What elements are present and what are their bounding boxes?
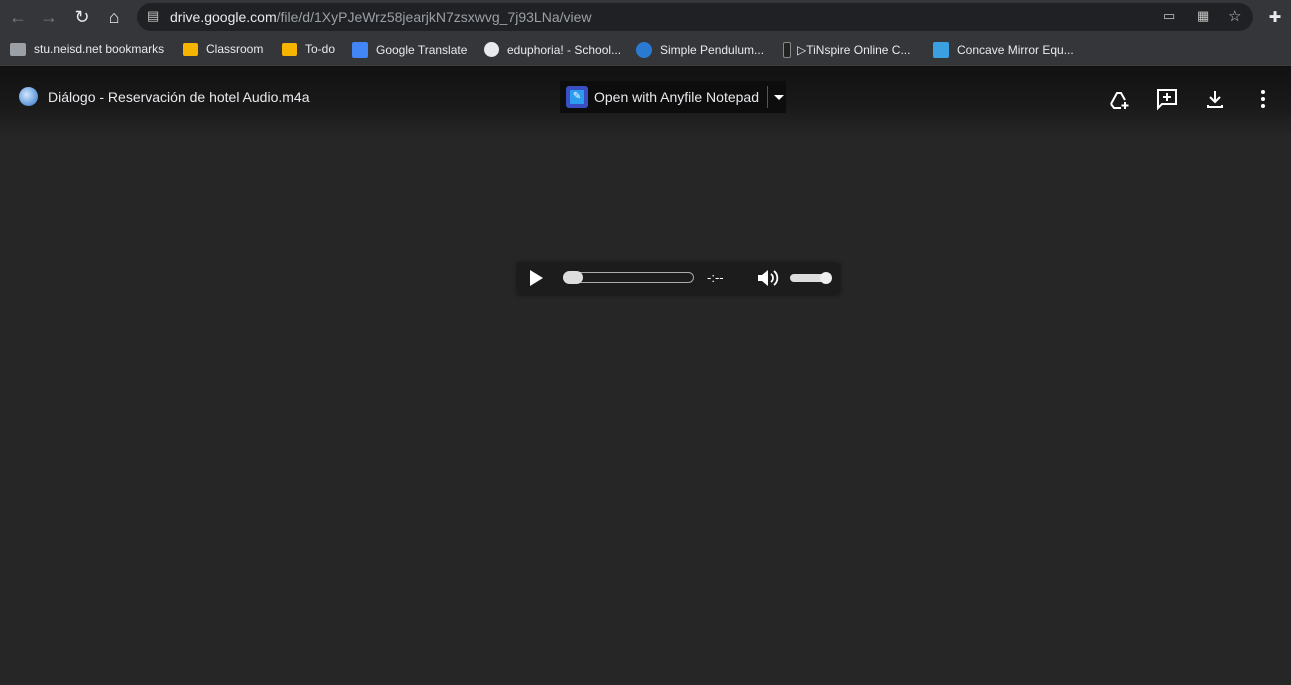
classroom-icon — [282, 42, 297, 56]
open-with-label: Open with Anyfile Notepad — [594, 89, 759, 105]
open-with-button[interactable]: ✎ Open with Anyfile Notepad — [560, 81, 786, 113]
bookmark-label: stu.neisd.net bookmarks — [34, 42, 165, 56]
bookmark-item[interactable]: Simple Pendulum... — [636, 42, 764, 58]
volume-handle[interactable] — [820, 272, 832, 284]
audio-file-icon — [19, 87, 38, 106]
bookmarks-bar: stu.neisd.net bookmarks Classroom To-do … — [0, 34, 1291, 66]
qr-code-icon[interactable]: ▦ — [1197, 8, 1209, 24]
mute-button[interactable] — [757, 269, 781, 292]
globe-icon — [484, 42, 499, 57]
phet-icon — [636, 42, 652, 58]
back-button[interactable]: ← — [7, 6, 29, 28]
download-button[interactable] — [1202, 86, 1228, 112]
browser-toolbar: ← → ↻ ⌂ ▤ drive.google.com/file/d/1XyPJe… — [0, 0, 1291, 34]
url-domain: drive.google.com — [170, 9, 277, 25]
site-info-icon[interactable]: ▤ — [147, 8, 159, 24]
bookmark-item[interactable]: ▷TiNspire Online C... — [783, 42, 910, 58]
chevron-down-icon[interactable] — [774, 94, 784, 100]
audio-player: -:-- — [517, 262, 840, 294]
play-button[interactable] — [530, 270, 543, 286]
bookmark-item[interactable]: Concave Mirror Equ... — [933, 42, 1074, 58]
calculator-icon — [783, 42, 791, 58]
bookmark-item[interactable]: eduphoria! - School... — [484, 42, 621, 57]
translate-icon — [352, 42, 368, 58]
address-bar[interactable]: ▤ drive.google.com/file/d/1XyPJeWrz58jea… — [137, 3, 1253, 31]
bookmark-label: eduphoria! - School... — [507, 42, 622, 57]
time-display: -:-- — [707, 270, 724, 285]
download-icon — [1207, 91, 1223, 108]
add-shortcut-to-drive-button[interactable] — [1106, 86, 1132, 112]
anyfile-notepad-icon: ✎ — [566, 86, 588, 108]
bookmark-label: Google Translate — [376, 43, 468, 57]
bookmark-item[interactable]: stu.neisd.net bookmarks — [10, 42, 164, 56]
folder-icon — [10, 42, 26, 56]
bookmark-label: To-do — [305, 42, 336, 56]
divider — [767, 86, 768, 108]
forward-button[interactable]: → — [38, 6, 60, 28]
drive-add-icon — [1110, 92, 1129, 109]
mirror-icon — [933, 42, 949, 58]
bookmark-label: Simple Pendulum... — [660, 43, 765, 57]
volume-icon — [758, 270, 779, 286]
bookmark-item[interactable]: Classroom — [183, 42, 263, 56]
cast-icon[interactable]: ▭ — [1163, 8, 1175, 24]
more-vert-icon — [1261, 90, 1265, 108]
more-options-button[interactable] — [1250, 86, 1276, 112]
home-button[interactable]: ⌂ — [103, 6, 125, 28]
add-comment-button[interactable] — [1154, 86, 1180, 112]
bookmark-star-icon[interactable]: ☆ — [1228, 7, 1241, 25]
url-path: /file/d/1XyPJeWrz58jearjkN7zsxwvg_7j93LN… — [276, 9, 592, 25]
bookmark-item[interactable]: To-do — [282, 42, 335, 56]
reload-button[interactable]: ↻ — [71, 6, 93, 28]
bookmark-label: Classroom — [206, 42, 264, 56]
seek-handle[interactable] — [563, 271, 583, 284]
extensions-puzzle-icon[interactable]: ✚ — [1264, 6, 1286, 28]
bookmark-label: Concave Mirror Equ... — [957, 43, 1074, 57]
viewer-header: Diálogo - Reservación de hotel Audio.m4a… — [0, 66, 1291, 136]
comment-add-icon — [1157, 89, 1177, 111]
file-title: Diálogo - Reservación de hotel Audio.m4a — [48, 89, 310, 105]
classroom-icon — [183, 42, 198, 56]
bookmark-label: ▷TiNspire Online C... — [797, 43, 911, 57]
bookmark-item[interactable]: Google Translate — [352, 42, 467, 58]
